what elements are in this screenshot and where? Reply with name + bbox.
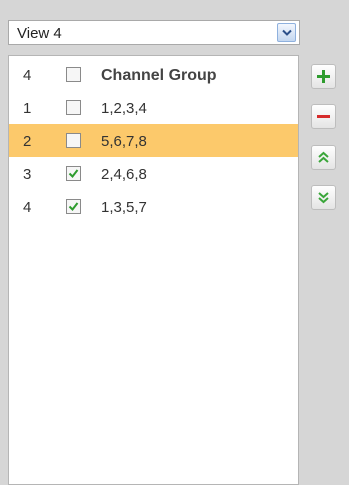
table-row[interactable]: 3 2,4,6,8	[9, 157, 298, 190]
table-row[interactable]: 4 1,3,5,7	[9, 190, 298, 223]
row-index: 3	[23, 166, 32, 183]
chevron-down-icon[interactable]	[277, 23, 296, 42]
check-icon	[68, 169, 79, 179]
row-index: 4	[23, 199, 32, 216]
minus-icon	[317, 115, 330, 118]
double-chevron-up-icon	[318, 151, 329, 163]
add-group-button[interactable]	[311, 64, 336, 89]
row-index: 1	[23, 100, 32, 117]
channel-group-list: 4 Channel Group 1 1,2,3,4 2 5,6,7,8 3 2,…	[8, 55, 299, 485]
plus-icon	[317, 70, 330, 83]
header-index: 4	[23, 67, 32, 84]
row-checkbox[interactable]	[66, 133, 81, 148]
table-row[interactable]: 1 1,2,3,4	[9, 91, 298, 124]
check-icon	[68, 202, 79, 212]
view-select[interactable]: View 4	[8, 20, 300, 45]
select-all-checkbox[interactable]	[66, 67, 81, 82]
row-channels: 1,2,3,4	[101, 100, 147, 117]
row-checkbox[interactable]	[66, 166, 81, 181]
move-up-button[interactable]	[311, 145, 336, 170]
view-select-value: View 4	[17, 25, 62, 42]
remove-group-button[interactable]	[311, 104, 336, 129]
row-channels: 5,6,7,8	[101, 133, 147, 150]
channel-group-heading: Channel Group	[101, 67, 217, 84]
row-index: 2	[23, 133, 32, 150]
list-header: 4 Channel Group	[9, 58, 298, 91]
row-channels: 1,3,5,7	[101, 199, 147, 216]
table-row[interactable]: 2 5,6,7,8	[9, 124, 298, 157]
row-channels: 2,4,6,8	[101, 166, 147, 183]
row-checkbox[interactable]	[66, 100, 81, 115]
move-down-button[interactable]	[311, 185, 336, 210]
row-checkbox[interactable]	[66, 199, 81, 214]
double-chevron-down-icon	[318, 192, 329, 204]
